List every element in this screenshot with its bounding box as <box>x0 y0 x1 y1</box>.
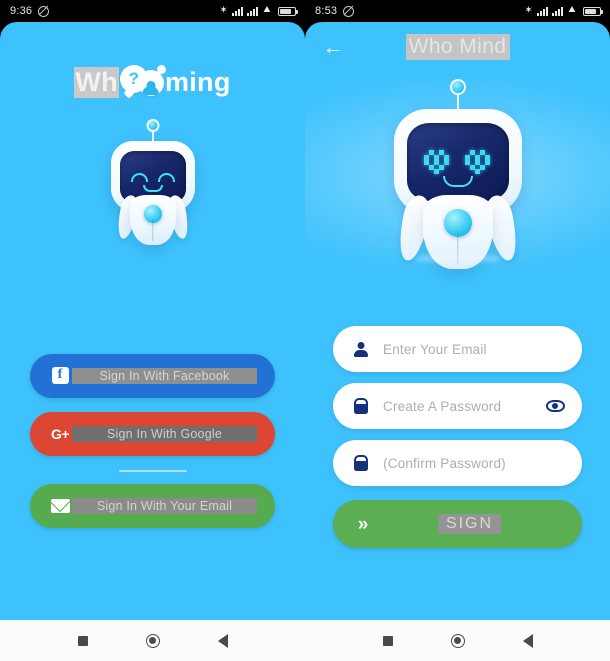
robot-seam <box>151 219 154 241</box>
robot-mascot <box>105 119 201 245</box>
back-arrow-icon[interactable]: ← <box>319 33 347 61</box>
right-navbar <box>305 620 610 661</box>
left-device: 9:36 ✶ Wh ? <box>0 0 305 661</box>
logo-text-part2: ming <box>164 66 231 97</box>
mute-icon <box>343 5 355 17</box>
eye-right-icon <box>157 172 175 182</box>
left-signin-button-stack: f Sign In With Facebook G+ Sign In With … <box>0 353 305 528</box>
right-statusbar-left: 8:53 <box>315 5 355 17</box>
signal-bars-icon-1 <box>232 6 243 16</box>
clock-label: 8:53 <box>315 5 338 17</box>
bluetooth-icon: ✶ <box>524 5 533 16</box>
right-statusbar-right: ✶ <box>524 5 603 16</box>
home-circle-icon[interactable] <box>145 633 160 648</box>
user-icon <box>349 342 373 357</box>
section-divider <box>118 469 187 472</box>
device-pair-container: 9:36 ✶ Wh ? <box>0 0 610 661</box>
email-field[interactable]: Enter Your Email <box>333 326 582 372</box>
signal-bars-icon-1 <box>537 6 548 16</box>
signin-google-label: Sign In With Google <box>72 425 257 442</box>
robot-eyes <box>424 149 491 174</box>
bluetooth-icon: ✶ <box>219 5 228 16</box>
sign-button-label: SIGN <box>437 514 502 534</box>
sign-button[interactable]: » SIGN <box>333 500 582 548</box>
right-mascot-area <box>305 72 610 277</box>
left-navbar <box>0 620 305 661</box>
battery-icon <box>583 6 603 16</box>
clock-label: 9:36 <box>10 5 33 17</box>
back-triangle-left-icon[interactable] <box>217 633 228 648</box>
confirm-password-field[interactable]: (Confirm Password) <box>333 440 582 486</box>
left-mascot-area <box>0 119 305 245</box>
mute-icon <box>38 5 50 17</box>
email-field-placeholder: Enter Your Email <box>383 341 487 357</box>
app-header: ← Who Mind <box>305 22 610 72</box>
antenna-ball-icon <box>449 78 466 95</box>
heart-eye-left-icon <box>424 149 450 174</box>
left-statusbar: 9:36 ✶ <box>0 0 305 22</box>
lock-icon <box>349 455 373 471</box>
signup-form: Enter Your Email Create A Password (Conf… <box>305 326 610 548</box>
eye-left-icon <box>130 172 148 182</box>
logo-badge-group: ? <box>119 64 166 100</box>
logo-text: Wh ? ming <box>74 64 230 100</box>
right-device: 8:53 ✶ ← Who Mind <box>305 0 610 661</box>
lock-icon <box>349 398 373 414</box>
robot-torso <box>129 195 176 245</box>
app-logo: Wh ? ming <box>0 60 305 104</box>
wifi-icon <box>262 6 274 16</box>
signal-bars-icon-2 <box>552 6 563 16</box>
password-field-placeholder: Create A Password <box>383 398 502 414</box>
signin-email-button[interactable]: Sign In With Your Email <box>30 484 275 528</box>
left-screen: Wh ? ming f Sign In With Facebook G+ Sig… <box>0 22 305 620</box>
robot-mouth-icon <box>142 185 163 192</box>
robot-mascot <box>383 78 533 269</box>
google-plus-icon: G+ <box>50 425 70 442</box>
eye-icon[interactable] <box>544 400 566 412</box>
battery-icon <box>278 6 298 16</box>
envelope-icon <box>48 499 72 513</box>
recents-square-icon[interactable] <box>77 635 88 646</box>
mascot-shadow <box>414 253 501 263</box>
left-statusbar-left: 9:36 <box>10 5 50 17</box>
recents-square-icon[interactable] <box>382 635 393 646</box>
signin-facebook-label: Sign In With Facebook <box>72 367 257 384</box>
signin-facebook-button[interactable]: f Sign In With Facebook <box>30 353 275 398</box>
back-triangle-left-icon[interactable] <box>522 633 533 648</box>
robot-eyes <box>130 172 175 182</box>
home-circle-icon[interactable] <box>450 633 465 648</box>
logo-text-part1: Wh <box>74 66 119 98</box>
signin-email-label: Sign In With Your Email <box>72 498 257 514</box>
page-title: Who Mind <box>405 34 510 60</box>
double-chevron-right-icon: » <box>357 513 369 535</box>
dot-badge-icon <box>156 65 166 74</box>
password-field[interactable]: Create A Password <box>333 383 582 429</box>
heart-eye-right-icon <box>465 149 491 174</box>
confirm-password-field-placeholder: (Confirm Password) <box>383 455 506 471</box>
left-statusbar-right: ✶ <box>219 5 298 16</box>
robot-face-screen <box>406 122 509 201</box>
right-screen: ← Who Mind Enter Your Email Create A Pas… <box>305 22 610 620</box>
wifi-icon <box>567 6 579 16</box>
robot-mouth-icon <box>442 175 473 187</box>
signin-google-button[interactable]: G+ Sign In With Google <box>30 411 275 456</box>
signal-bars-icon-2 <box>247 6 258 16</box>
antenna-ball-icon <box>146 119 159 132</box>
right-statusbar: 8:53 ✶ <box>305 0 610 22</box>
facebook-icon: f <box>48 367 72 384</box>
